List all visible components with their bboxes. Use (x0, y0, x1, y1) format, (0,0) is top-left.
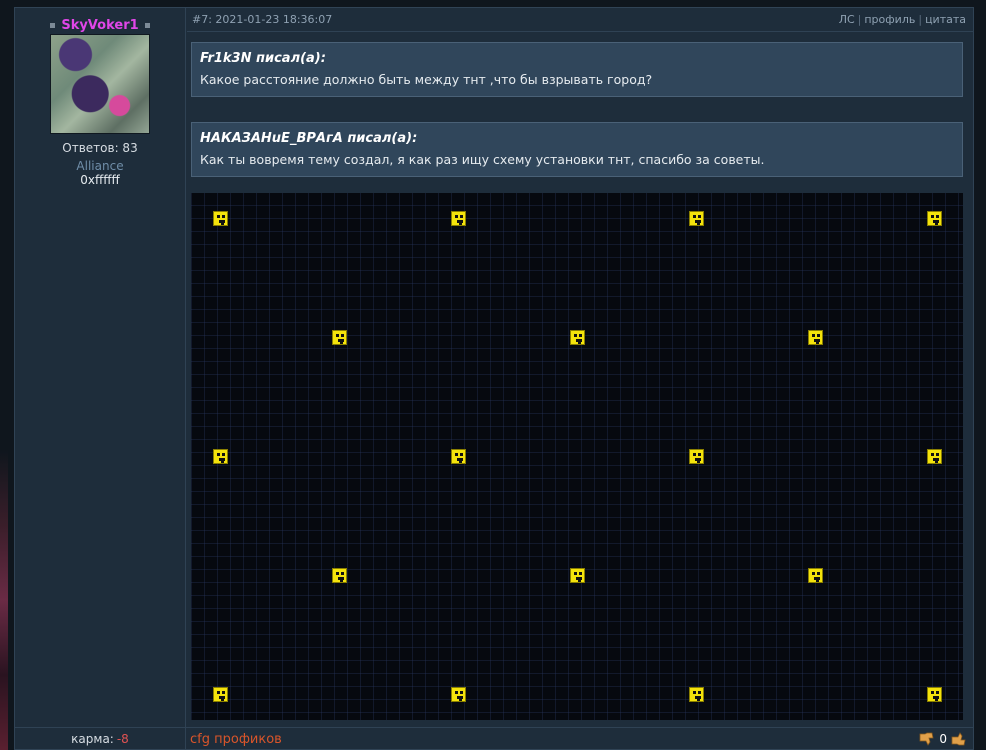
rating-controls: 0 (919, 732, 973, 746)
signature-link[interactable]: cfg профиков (190, 732, 919, 747)
post-footer: карма: -8 cfg профиков 0 (15, 727, 973, 750)
karma: карма: -8 (15, 727, 186, 750)
separator: | (918, 13, 923, 26)
quote-author: Fr1k3N писал(а): (200, 51, 326, 66)
tnt-block-icon (808, 330, 823, 345)
quote-block: НАКАЗАНuЕ_ВРАгА писал(а): Как ты вовремя… (191, 122, 963, 177)
tnt-block-icon (332, 330, 347, 345)
tnt-block-icon (808, 568, 823, 583)
quote-block: Fr1k3N писал(а): Какое расстояние должно… (191, 42, 963, 97)
forum-post: SkyVoker1 Ответов: 83 Alliance 0xffffff … (14, 7, 974, 750)
profile-link[interactable]: профиль (864, 13, 915, 26)
post-header: #7: 2021-01-23 18:36:07 ЛС | профиль | цитат… (187, 8, 974, 32)
avatar[interactable] (50, 34, 150, 134)
author-name[interactable]: SkyVoker1 (61, 18, 138, 33)
quote-link[interactable]: цитата (925, 13, 966, 26)
status-dot-icon (144, 22, 150, 28)
tnt-block-icon (927, 449, 942, 464)
author-signature: 0xffffff (80, 173, 120, 187)
tnt-block-icon (689, 687, 704, 702)
author-post-count: Ответов: 83 (62, 141, 138, 155)
tnt-block-icon (689, 449, 704, 464)
pm-link[interactable]: ЛС (839, 13, 855, 26)
quote-text: Как ты вовремя тему создал, я как раз ищ… (200, 152, 765, 167)
tnt-block-icon (570, 330, 585, 345)
karma-value: -8 (116, 731, 129, 746)
tnt-block-icon (451, 687, 466, 702)
tnt-block-icon (570, 568, 585, 583)
tnt-layout-image[interactable] (191, 193, 963, 720)
author-group: Alliance (76, 159, 124, 173)
separator: | (857, 13, 862, 26)
tnt-block-icon (213, 211, 228, 226)
thumb-down-icon[interactable] (919, 732, 935, 746)
post-content: Fr1k3N писал(а): Какое расстояние должно… (191, 42, 963, 177)
tnt-block-icon (451, 211, 466, 226)
quote-author: НАКАЗАНuЕ_ВРАгА писал(а): (200, 131, 418, 146)
left-edge-decoration (0, 0, 8, 750)
quote-text: Какое расстояние должно быть между тнт ,… (200, 72, 653, 87)
post-actions: ЛС | профиль | цитата (839, 13, 966, 26)
tnt-block-icon (689, 211, 704, 226)
tnt-block-icon (332, 568, 347, 583)
thumb-up-icon[interactable] (951, 732, 967, 746)
karma-label: карма: (71, 731, 114, 746)
tnt-block-icon (927, 687, 942, 702)
tnt-block-icon (927, 211, 942, 226)
post-meta: #7: 2021-01-23 18:36:07 (192, 13, 333, 26)
rating-count: 0 (939, 732, 947, 746)
tnt-block-icon (213, 687, 228, 702)
tnt-block-icon (213, 449, 228, 464)
author-panel: SkyVoker1 Ответов: 83 Alliance 0xffffff (15, 8, 186, 727)
author-name-row: SkyVoker1 (15, 17, 185, 33)
tnt-block-icon (451, 449, 466, 464)
status-dot-icon (50, 22, 56, 28)
